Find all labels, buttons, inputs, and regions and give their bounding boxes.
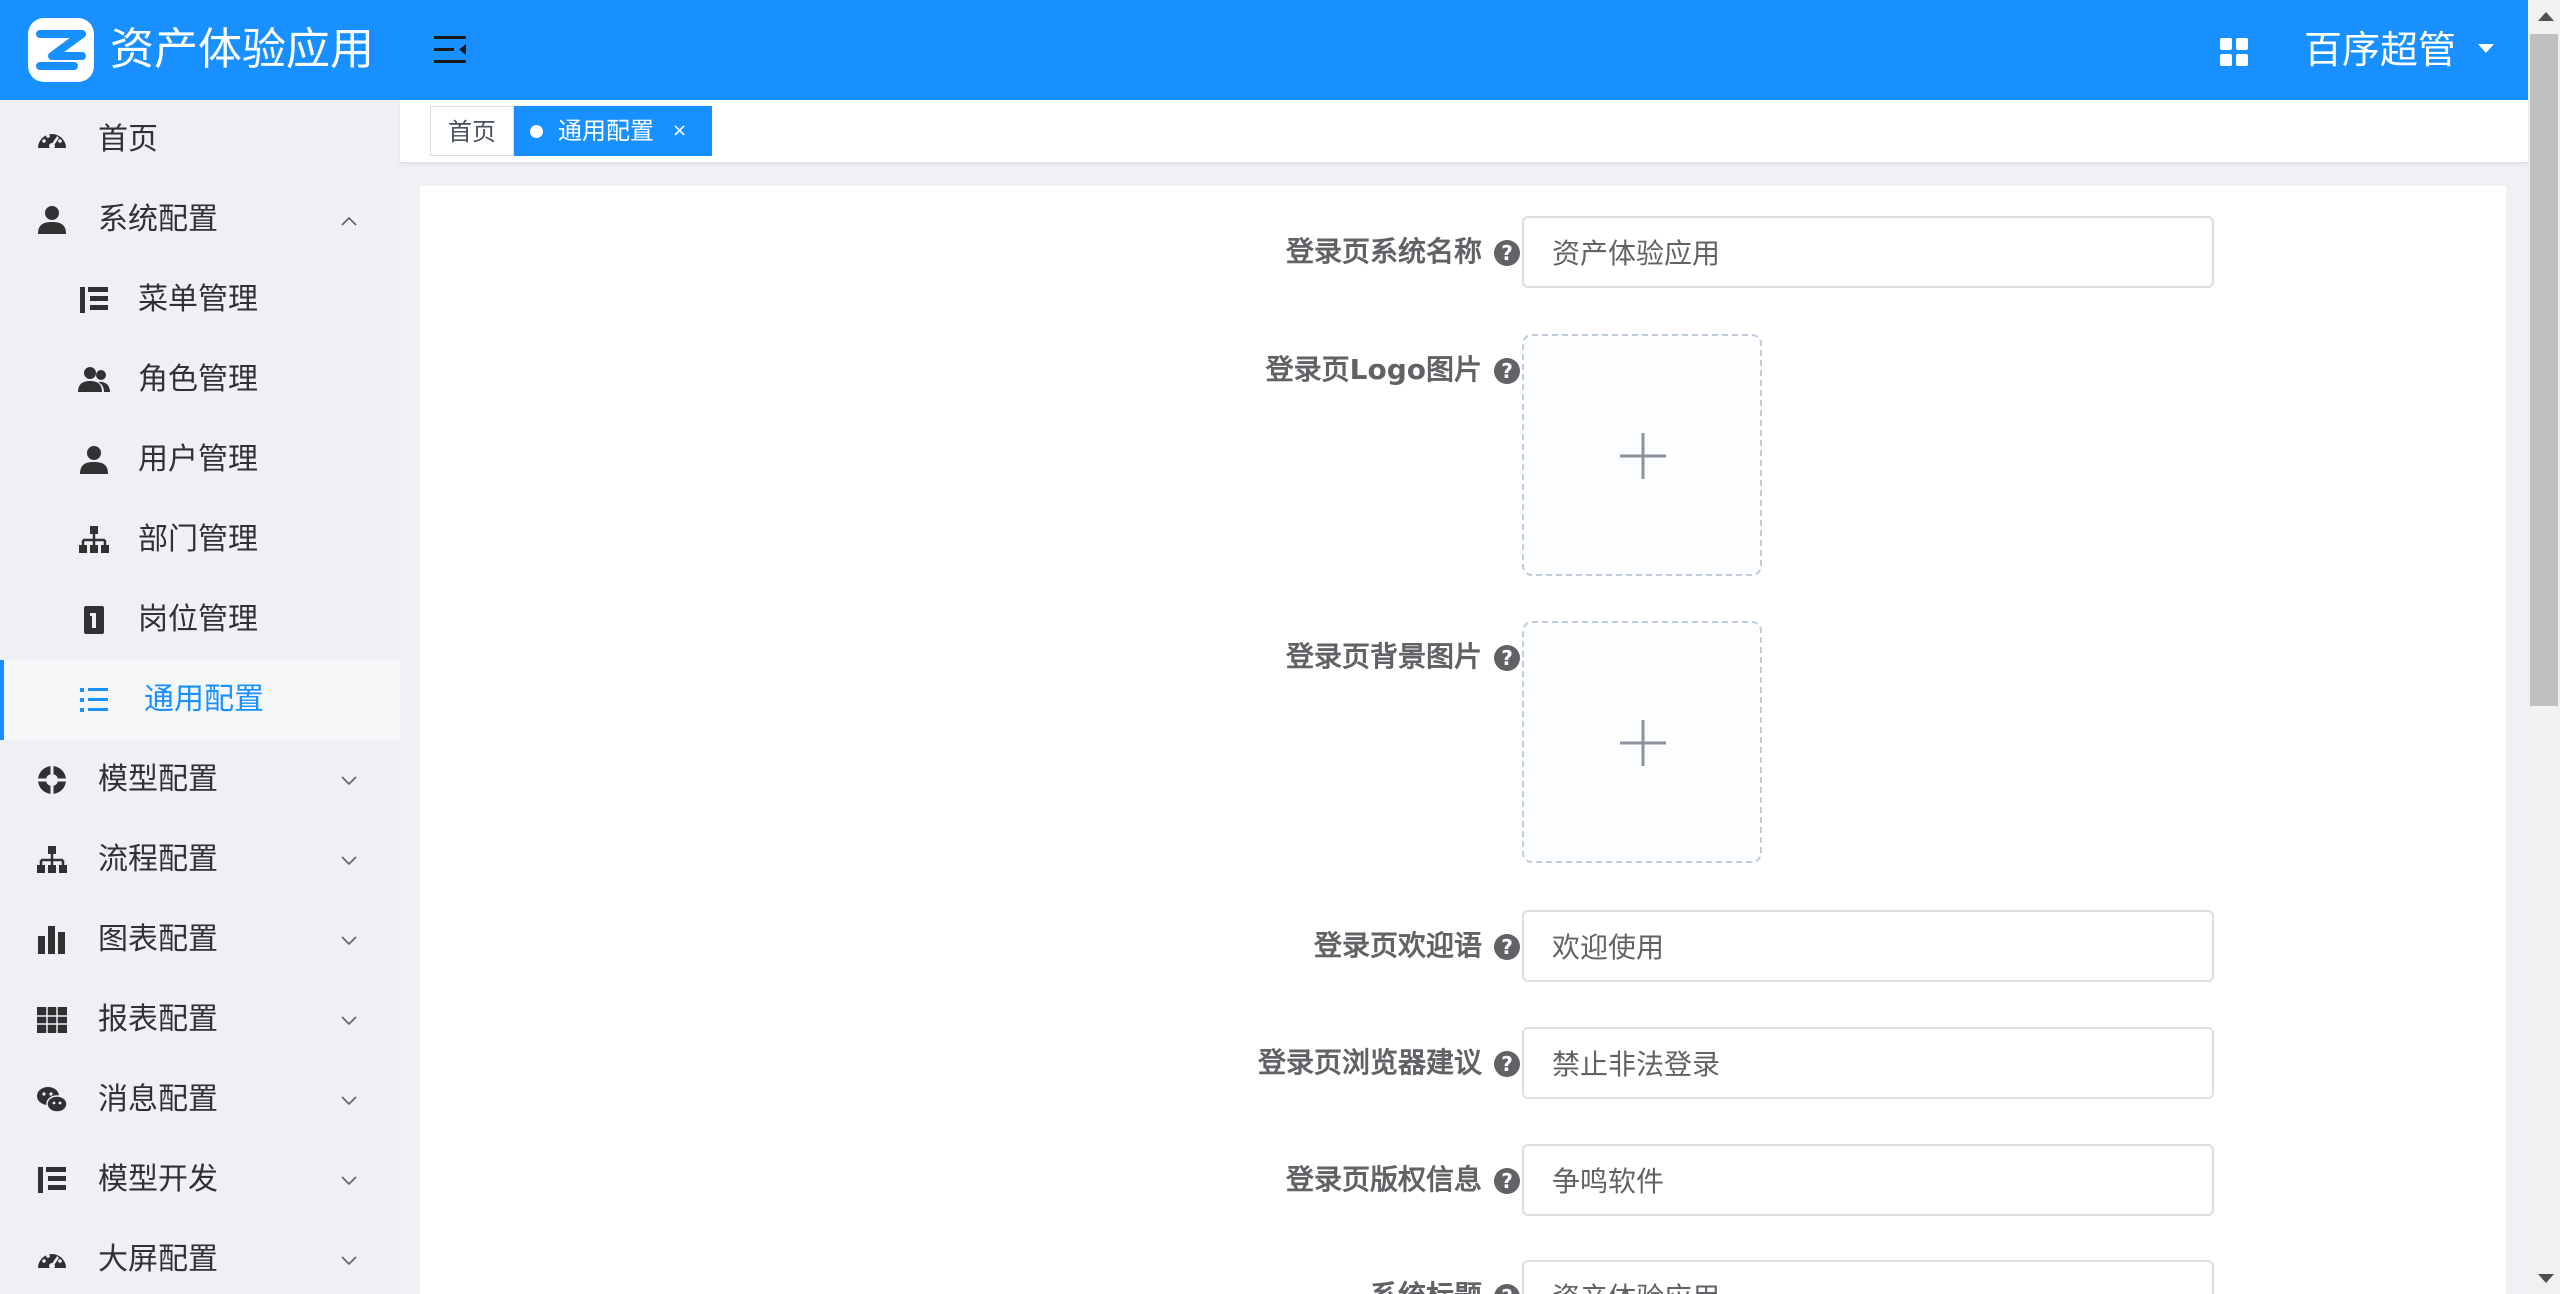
sidebar-item-process-config[interactable]: 流程配置 <box>0 820 400 900</box>
chevron-down-icon <box>341 856 357 866</box>
sidebar-item-report-config[interactable]: 报表配置 <box>0 980 400 1060</box>
help-icon[interactable]: ? <box>1494 645 1520 671</box>
scroll-up-icon[interactable] <box>2538 12 2554 21</box>
chevron-down-icon <box>341 1096 357 1106</box>
welcome-input[interactable] <box>1522 910 2214 982</box>
browser-advice-input[interactable] <box>1522 1027 2214 1099</box>
plus-icon <box>1620 720 1666 766</box>
login-name-label: 登录页系统名称 <box>1285 235 1482 268</box>
user-icon <box>38 206 66 234</box>
copyright-input[interactable] <box>1522 1144 2214 1216</box>
system-title-input[interactable] <box>1522 1260 2214 1294</box>
help-icon[interactable]: ? <box>1494 1168 1520 1194</box>
help-icon[interactable]: ? <box>1494 240 1520 266</box>
user-name: 百序超管 <box>2304 28 2457 72</box>
scrollbar-thumb[interactable] <box>2530 34 2558 706</box>
sidebar-item-chart-config[interactable]: 图表配置 <box>0 900 400 980</box>
background-label: 登录页背景图片 <box>1285 640 1482 673</box>
sidebar-item-post-management[interactable]: 岗位管理 <box>0 580 400 660</box>
tree-table-icon <box>80 287 108 313</box>
sidebar-item-label: 通用配置 <box>144 682 264 717</box>
sidebar-item-label: 系统配置 <box>98 202 218 237</box>
sidebar-item-label: 角色管理 <box>138 362 258 397</box>
user-icon <box>80 446 108 474</box>
top-header: 资产体验应用 百序超管 <box>0 0 2528 100</box>
sidebar-item-message-config[interactable]: 消息配置 <box>0 1060 400 1140</box>
sidebar-item-general-config[interactable]: 通用配置 <box>0 660 400 740</box>
sidebar-item-label: 首页 <box>98 122 158 157</box>
logo-label: 登录页Logo图片 <box>1265 353 1482 386</box>
sidebar-item-role-management[interactable]: 角色管理 <box>0 340 400 420</box>
app-logo-icon <box>28 18 94 82</box>
copyright-label: 登录页版权信息 <box>1285 1163 1482 1196</box>
sidebar-item-model-development[interactable]: 模型开发 <box>0 1140 400 1220</box>
login-name-input[interactable] <box>1522 216 2214 288</box>
sidebar-item-home[interactable]: 首页 <box>0 100 400 180</box>
dashboard-icon <box>38 134 66 149</box>
chevron-up-icon <box>341 216 357 226</box>
plus-icon <box>1620 433 1666 479</box>
dashboard-icon <box>38 1254 66 1269</box>
sidebar-item-label: 模型开发 <box>98 1162 218 1197</box>
chevron-down-icon <box>341 1256 357 1266</box>
user-menu[interactable]: 百序超管 <box>2304 0 2495 100</box>
wechat-icon <box>37 1087 68 1113</box>
sidebar-collapse-icon[interactable] <box>432 32 472 68</box>
tab-general-config[interactable]: 通用配置 × <box>514 106 712 156</box>
sitemap-icon <box>79 526 109 553</box>
chevron-down-icon <box>341 1176 357 1186</box>
sidebar-item-label: 用户管理 <box>138 442 258 477</box>
chevron-down-icon <box>341 776 357 786</box>
bar-chart-icon <box>38 926 65 954</box>
tab-home[interactable]: 首页 <box>430 106 514 156</box>
tab-label: 通用配置 <box>558 117 654 145</box>
users-icon <box>78 367 110 392</box>
browser-advice-label: 登录页浏览器建议 <box>1257 1046 1482 1079</box>
tab-close-icon[interactable]: × <box>672 106 687 156</box>
sidebar-item-menu-management[interactable]: 菜单管理 <box>0 260 400 340</box>
sidebar-item-label: 部门管理 <box>138 522 258 557</box>
help-icon[interactable]: ? <box>1494 1051 1520 1077</box>
sitemap-icon <box>37 846 67 873</box>
help-icon[interactable]: ? <box>1494 934 1520 960</box>
sidebar-item-model-config[interactable]: 模型配置 <box>0 740 400 820</box>
sidebar-item-label: 图表配置 <box>98 922 218 957</box>
app-title: 资产体验应用 <box>110 24 374 75</box>
logo-upload[interactable] <box>1522 334 1762 576</box>
sidebar-item-department-management[interactable]: 部门管理 <box>0 500 400 580</box>
welcome-label: 登录页欢迎语 <box>1313 929 1482 962</box>
sidebar-item-user-management[interactable]: 用户管理 <box>0 420 400 500</box>
scroll-down-icon[interactable] <box>2538 1274 2554 1283</box>
sidebar-item-label: 消息配置 <box>98 1082 218 1117</box>
caret-down-icon <box>2478 44 2495 53</box>
apps-grid-icon[interactable] <box>2218 36 2250 68</box>
sidebar-item-system-config[interactable]: 系统配置 <box>0 180 400 260</box>
sidebar-item-label: 流程配置 <box>98 842 218 877</box>
sidebar-item-label: 菜单管理 <box>138 282 258 317</box>
sidebar-item-screen-config[interactable]: 大屏配置 <box>0 1220 400 1294</box>
active-dot-icon <box>530 125 543 138</box>
background-upload[interactable] <box>1522 621 1762 863</box>
system-title-label: 系统标题 <box>1370 1260 1482 1294</box>
sidebar: 首页 系统配置 菜单管理 角色管理 用户管理 部门管理 岗位管理 通用配置 模型… <box>0 100 400 1294</box>
help-icon[interactable]: ? <box>1494 1284 1520 1294</box>
life-ring-icon <box>38 766 66 794</box>
chevron-down-icon <box>341 1016 357 1026</box>
tree-table-icon <box>38 1167 66 1193</box>
sidebar-item-label: 岗位管理 <box>138 602 258 637</box>
sidebar-item-label: 模型配置 <box>98 762 218 797</box>
table-icon <box>37 1007 67 1033</box>
tags-view-bar: 首页 通用配置 × <box>400 100 2528 163</box>
chevron-down-icon <box>341 936 357 946</box>
sidebar-item-label: 大屏配置 <box>98 1242 218 1277</box>
list-icon <box>80 688 108 712</box>
id-card-icon <box>84 606 104 634</box>
sidebar-item-label: 报表配置 <box>98 1002 218 1037</box>
help-icon[interactable]: ? <box>1494 358 1520 384</box>
config-form: 登录页系统名称 ? 登录页Logo图片 ? 登录页背景图片 ? 登录页欢迎语 ?… <box>420 186 2506 1294</box>
